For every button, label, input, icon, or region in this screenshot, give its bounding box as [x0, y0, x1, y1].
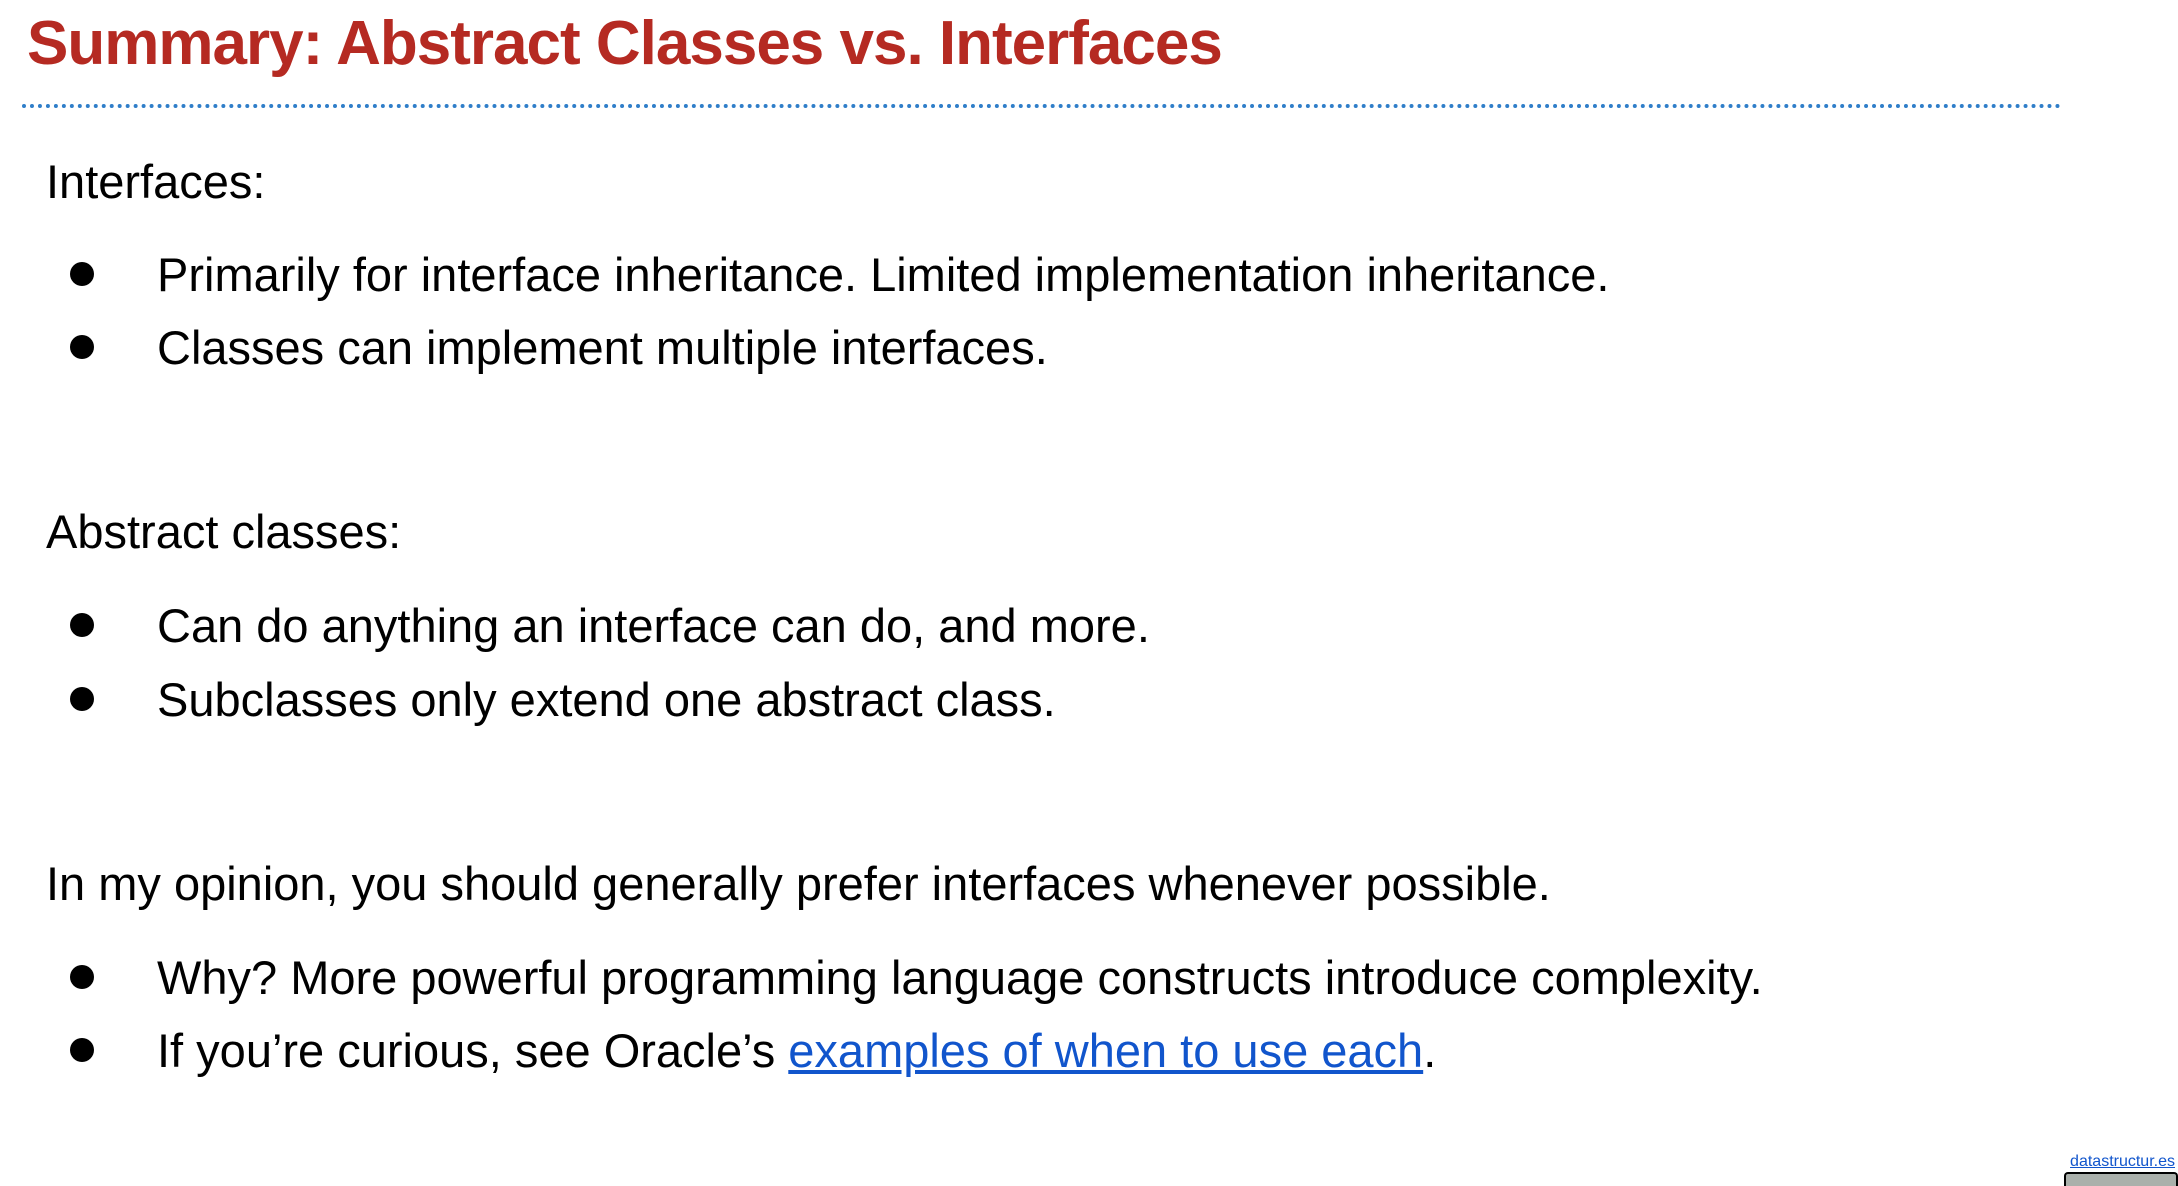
slide-title: Summary: Abstract Classes vs. Interfaces	[27, 9, 1223, 78]
bullet-text: Classes can implement multiple interface…	[157, 321, 1048, 374]
bullet-icon	[70, 262, 94, 286]
bullet-prefix: If you’re curious, see Oracle’s	[157, 1024, 789, 1077]
section-heading: In my opinion, you should generally pref…	[46, 857, 1551, 910]
bullet-icon	[70, 965, 94, 989]
bullet-text: Why? More powerful programming language …	[157, 951, 1763, 1004]
bullet-icon	[70, 335, 94, 359]
bullet-text-with-link: If you’re curious, see Oracle’s examples…	[157, 1027, 1436, 1074]
title-divider	[22, 104, 2062, 108]
section-heading: Interfaces:	[46, 155, 266, 208]
bullet-text: Subclasses only extend one abstract clas…	[157, 673, 1056, 726]
bullet-icon	[70, 613, 94, 637]
oracle-examples-link[interactable]: examples of when to use each	[788, 1024, 1423, 1077]
bullet-icon	[70, 687, 94, 711]
section-heading: Abstract classes:	[46, 505, 402, 558]
bullet-suffix: .	[1423, 1024, 1437, 1077]
bullet-text: Can do anything an interface can do, and…	[157, 599, 1150, 652]
cc-license-badge	[2064, 1172, 2178, 1186]
bullet-text: Primarily for interface inheritance. Lim…	[157, 248, 1610, 301]
bullet-icon	[70, 1038, 94, 1062]
datastructures-link[interactable]: datastructur.es	[2070, 1153, 2175, 1171]
